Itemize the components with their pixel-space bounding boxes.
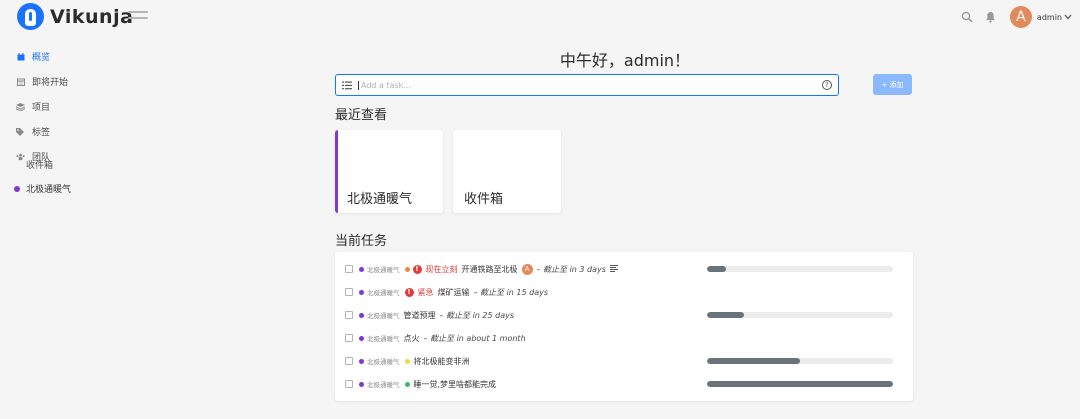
task-row[interactable]: 北极通暖气 管道预埋 – 截止至 in 25 days: [345, 308, 903, 322]
label-color-dot: [404, 358, 410, 364]
bell-icon[interactable]: [984, 10, 998, 24]
tags-icon: [16, 127, 25, 136]
recent-card-title: 收件箱: [464, 192, 504, 207]
add-task-field: ?: [335, 74, 839, 96]
layers-icon: [16, 102, 25, 111]
task-title[interactable]: 开通铁路至北极: [462, 264, 518, 275]
username-label[interactable]: admin: [1037, 13, 1062, 22]
hamburger-icon[interactable]: [128, 11, 148, 23]
recent-card[interactable]: 北极通暖气: [335, 130, 443, 213]
label-color-dot: [404, 266, 410, 272]
task-checkbox[interactable]: [345, 357, 353, 365]
page-title: 中午好，admin！: [559, 51, 691, 70]
calendar-grid-icon: [16, 77, 25, 86]
chevron-down-icon[interactable]: [1064, 13, 1072, 22]
task-due: – 截止至 in about 1 month: [423, 333, 526, 343]
task-title[interactable]: 点火: [404, 333, 420, 344]
task-project: 北极通暖气: [367, 266, 400, 274]
add-task-input[interactable]: [358, 80, 818, 90]
project-color-dot: [359, 266, 364, 272]
sidebar-section-inbox[interactable]: 收件箱: [26, 158, 53, 171]
project-color-dot: [359, 289, 364, 295]
priority-exclamation-icon: !: [404, 287, 414, 297]
task-checkbox[interactable]: [345, 265, 353, 273]
task-due: – 截止至 in 15 days: [473, 287, 549, 297]
task-due: – 截止至 in 3 days: [536, 264, 606, 274]
add-task-button[interactable]: + 添加: [873, 74, 912, 95]
description-icon: [609, 264, 618, 274]
task-project: 北极通暖气: [367, 289, 400, 297]
sidebar-item-label: 标签: [32, 128, 51, 138]
recent-card[interactable]: 收件箱: [453, 130, 561, 213]
task-title[interactable]: 将北极能变非洲: [414, 356, 470, 367]
task-list: 北极通暖气 ! 现在立刻 开通铁路至北极 A – 截止至 in 3 days 北…: [335, 252, 913, 401]
task-progress-bar: [707, 312, 893, 318]
sidebar-item-overview[interactable]: 概览: [0, 44, 200, 69]
task-due: – 截止至 in 25 days: [439, 310, 515, 320]
priority-exclamation-icon: !: [412, 264, 422, 274]
label-color-dot: [404, 381, 410, 387]
task-row[interactable]: 北极通暖气 点火 – 截止至 in about 1 month: [345, 331, 903, 345]
sidebar-item-labels[interactable]: 标签: [0, 119, 200, 144]
task-progress-bar: [707, 358, 893, 364]
sidebar-project-label: 北极通暖气: [26, 185, 72, 195]
current-tasks-title: 当前任务: [335, 234, 388, 249]
task-title[interactable]: 管道预埋: [404, 310, 436, 321]
project-color-dot: [359, 358, 364, 364]
task-priority: 现在立刻: [425, 264, 458, 274]
users-icon: [16, 152, 25, 161]
user-area: A admin: [960, 5, 1072, 29]
project-color-dot: [14, 185, 20, 192]
task-project: 北极通暖气: [367, 335, 400, 343]
recent-card-title: 北极通暖气: [347, 192, 413, 207]
list-icon: [342, 80, 352, 90]
top-navbar: Vikunja A admin: [0, 0, 1080, 34]
recent-section-title: 最近查看: [335, 108, 388, 123]
assignee-avatar: A: [521, 263, 533, 275]
task-title[interactable]: 煤矿运输: [438, 287, 470, 298]
avatar[interactable]: A: [1009, 6, 1032, 28]
project-color-dot: [359, 335, 364, 341]
vikunja-logo-icon: [17, 3, 44, 30]
task-title[interactable]: 睡一觉,梦里啥都能完成: [414, 379, 497, 390]
app-name: Vikunja: [50, 5, 134, 28]
project-color-dot: [359, 381, 364, 387]
task-priority: 紧急: [417, 287, 434, 297]
sidebar-item-project[interactable]: 北极通暖气: [14, 182, 71, 195]
sidebar-item-label: 项目: [32, 103, 51, 113]
sidebar-item-projects[interactable]: 项目: [0, 94, 200, 119]
task-checkbox[interactable]: [345, 311, 353, 319]
help-icon[interactable]: ?: [822, 80, 832, 90]
task-progress-bar: [707, 266, 893, 272]
task-project: 北极通暖气: [367, 381, 400, 389]
sidebar-item-label: 概览: [32, 53, 51, 63]
calendar-icon: [16, 52, 25, 61]
task-row[interactable]: 北极通暖气 ! 现在立刻 开通铁路至北极 A – 截止至 in 3 days: [345, 262, 903, 276]
app-logo[interactable]: Vikunja: [17, 3, 133, 30]
search-icon[interactable]: [960, 10, 974, 24]
task-checkbox[interactable]: [345, 334, 353, 342]
task-row[interactable]: 北极通暖气 睡一觉,梦里啥都能完成: [345, 377, 903, 391]
project-color-dot: [359, 312, 364, 318]
task-project: 北极通暖气: [367, 358, 400, 366]
task-checkbox[interactable]: [345, 380, 353, 388]
task-project: 北极通暖气: [367, 312, 400, 320]
task-row[interactable]: 北极通暖气 将北极能变非洲: [345, 354, 903, 368]
task-checkbox[interactable]: [345, 288, 353, 296]
sidebar: 概览 即将开始 项目 标签 团队: [0, 44, 200, 169]
task-progress-bar: [707, 381, 893, 387]
sidebar-item-label: 即将开始: [32, 78, 69, 88]
task-row[interactable]: 北极通暖气 ! 紧急 煤矿运输 – 截止至 in 15 days: [345, 285, 903, 299]
add-task-row: ? + 添加: [335, 74, 913, 97]
sidebar-item-upcoming[interactable]: 即将开始: [0, 69, 200, 94]
